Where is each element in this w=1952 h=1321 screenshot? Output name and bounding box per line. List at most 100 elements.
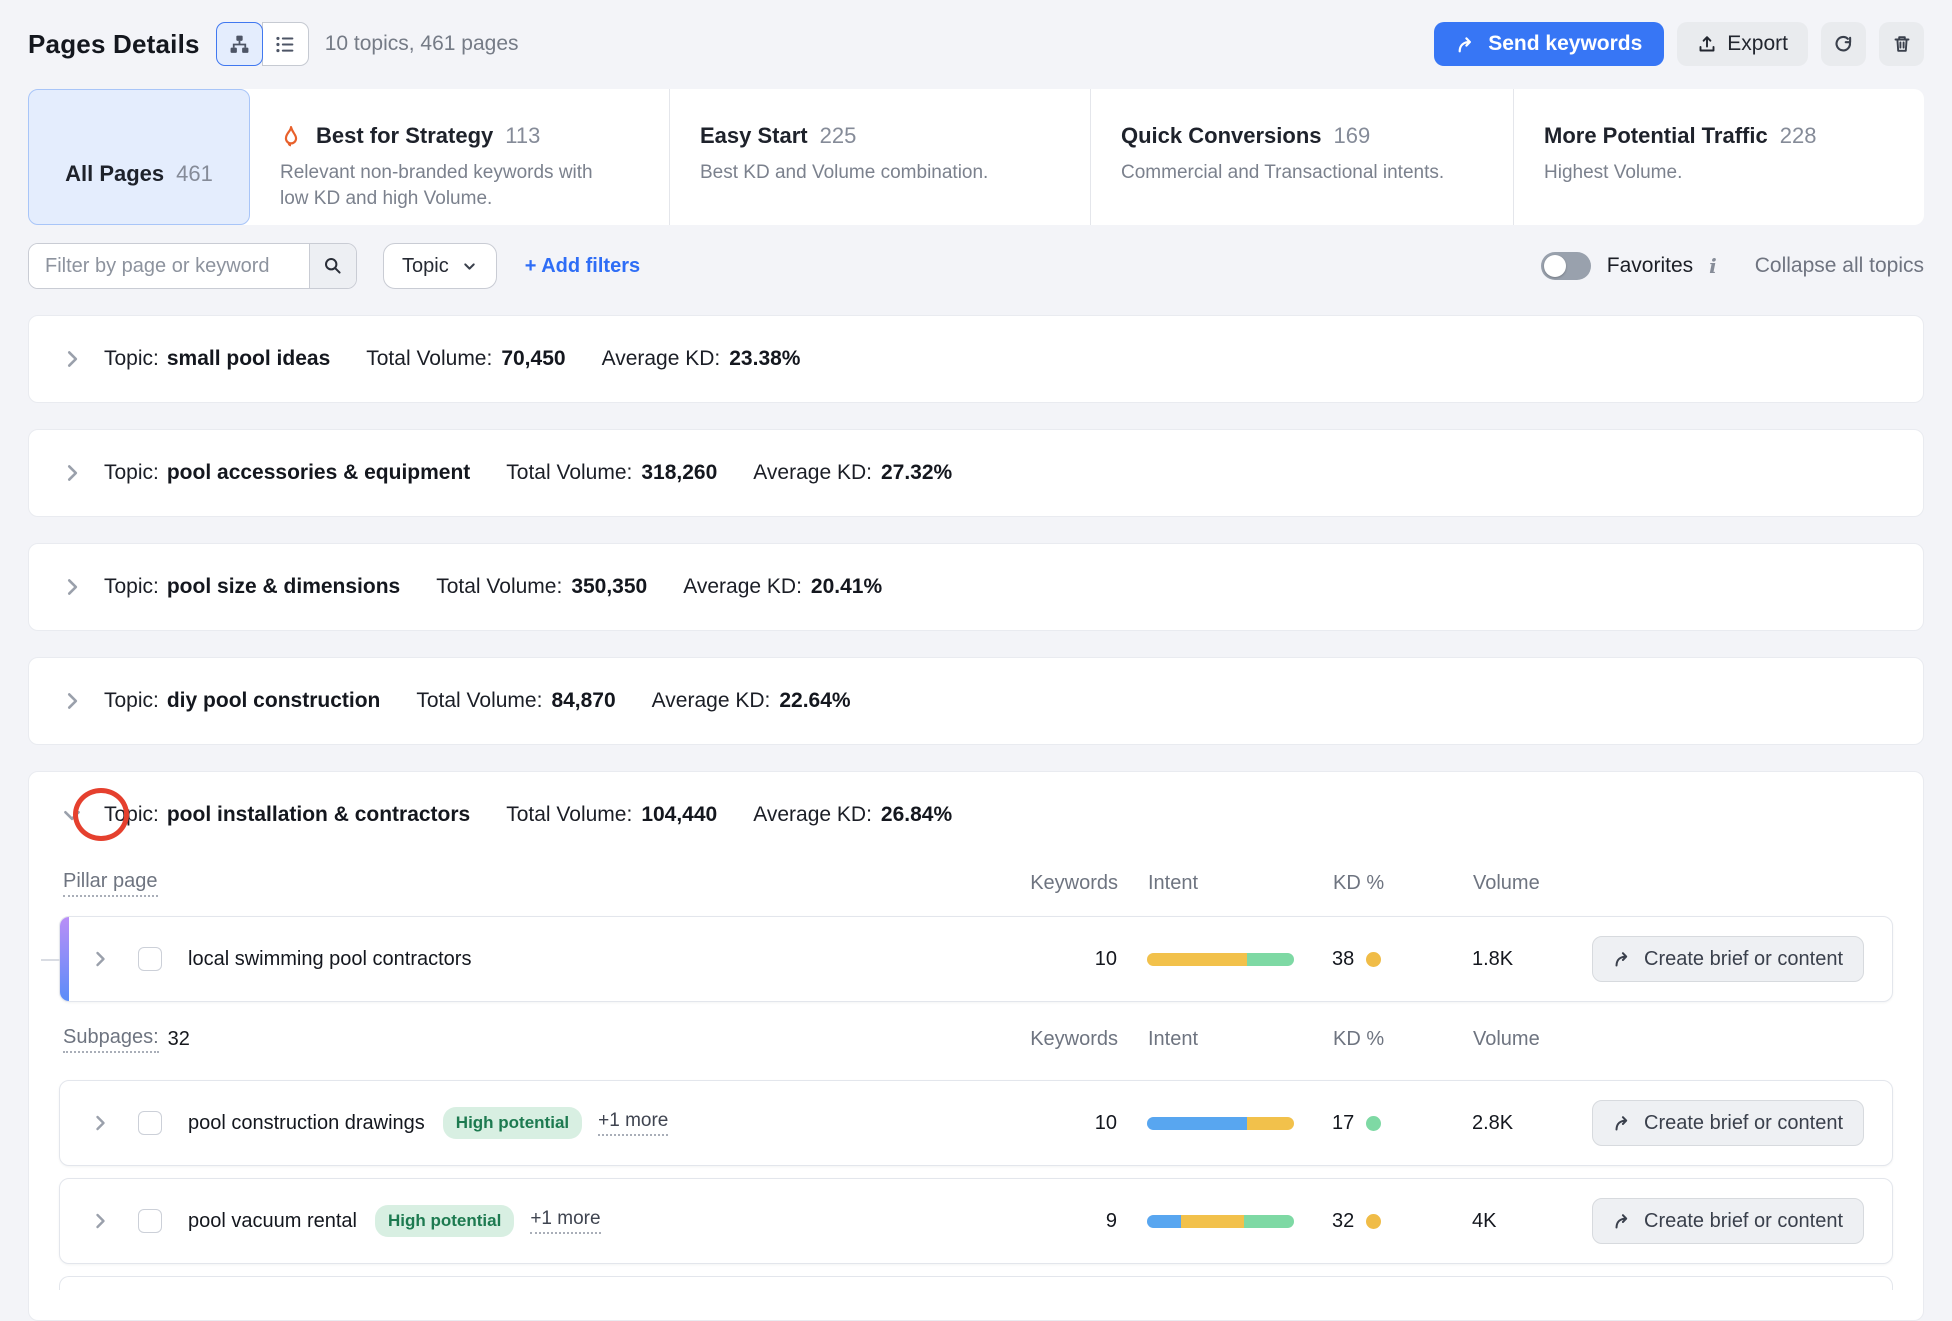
add-filters-button[interactable]: + Add filters xyxy=(525,255,640,278)
search-input[interactable] xyxy=(29,244,309,288)
topic-name: pool accessories & equipment xyxy=(167,461,470,485)
topic-label: Topic: xyxy=(104,803,159,827)
favorites-toggle[interactable] xyxy=(1541,252,1591,280)
send-arrow-icon xyxy=(1456,34,1477,55)
topic-filter-dropdown[interactable]: Topic xyxy=(383,243,497,289)
row-checkbox[interactable] xyxy=(138,947,162,971)
tab-label: Easy Start xyxy=(700,123,808,149)
send-arrow-icon xyxy=(1613,949,1633,969)
tab-more-potential-traffic[interactable]: More Potential Traffic 228 Highest Volum… xyxy=(1514,89,1924,225)
topic-name: diy pool construction xyxy=(167,689,381,713)
delete-button[interactable] xyxy=(1879,22,1924,66)
chevron-right-icon[interactable] xyxy=(61,690,83,712)
tab-description: Highest Volume. xyxy=(1544,160,1879,186)
keywords-count: 9 xyxy=(1027,1210,1117,1233)
send-arrow-icon xyxy=(1613,1211,1633,1231)
more-badges-link[interactable]: +1 more xyxy=(598,1110,668,1136)
search-icon xyxy=(323,256,343,276)
toggle-knob xyxy=(1544,255,1566,277)
search-button[interactable] xyxy=(309,244,356,288)
topic-name: small pool ideas xyxy=(167,347,330,371)
create-brief-label: Create brief or content xyxy=(1644,1112,1843,1135)
topic-row[interactable]: Topic: pool accessories & equipment Tota… xyxy=(28,429,1924,517)
chevron-right-icon[interactable] xyxy=(61,348,83,370)
table-row[interactable] xyxy=(59,1276,1893,1290)
total-volume-label: Total Volume: xyxy=(506,461,632,485)
average-kd-value: 22.64% xyxy=(779,689,850,713)
send-keywords-button[interactable]: Send keywords xyxy=(1434,22,1664,66)
total-volume-label: Total Volume: xyxy=(506,803,632,827)
tab-quick-conversions[interactable]: Quick Conversions 169 Commercial and Tra… xyxy=(1091,89,1514,225)
page-name: pool construction drawings xyxy=(188,1112,425,1135)
chevron-right-icon[interactable] xyxy=(90,949,110,969)
table-row[interactable]: pool vacuum rental High potential +1 mor… xyxy=(59,1178,1893,1264)
refresh-button[interactable] xyxy=(1821,22,1866,66)
tab-description: Best KD and Volume combination. xyxy=(700,160,1035,186)
total-volume-label: Total Volume: xyxy=(416,689,542,713)
topics-pages-summary: 10 topics, 461 pages xyxy=(325,32,519,56)
trash-icon xyxy=(1892,34,1912,54)
tree-view-button[interactable] xyxy=(216,22,263,66)
topic-row-expanded: Topic: pool installation & contractors T… xyxy=(28,771,1924,1321)
intent-bar xyxy=(1147,953,1294,966)
kd-value: 38 xyxy=(1332,948,1354,971)
topic-header[interactable]: Topic: pool installation & contractors T… xyxy=(29,772,1923,858)
table-row[interactable]: pool construction drawings High potentia… xyxy=(59,1080,1893,1166)
topic-row[interactable]: Topic: small pool ideas Total Volume: 70… xyxy=(28,315,1924,403)
subpages-label[interactable]: Subpages: xyxy=(63,1026,159,1053)
column-keywords: Keywords xyxy=(1028,872,1118,895)
pages-details-panel: Pages Details xyxy=(0,0,1952,1286)
average-kd-value: 26.84% xyxy=(881,803,952,827)
high-potential-badge: High potential xyxy=(375,1205,514,1237)
topic-row[interactable]: Topic: pool size & dimensions Total Volu… xyxy=(28,543,1924,631)
collapse-all-topics-button[interactable]: Collapse all topics xyxy=(1755,254,1924,278)
tab-easy-start[interactable]: Easy Start 225 Best KD and Volume combin… xyxy=(670,89,1091,225)
create-brief-button[interactable]: Create brief or content xyxy=(1592,1198,1864,1244)
topic-label: Topic: xyxy=(104,575,159,599)
chevron-right-icon[interactable] xyxy=(90,1113,110,1133)
top-bar-actions: Send keywords Export xyxy=(1434,22,1924,66)
chevron-down-icon[interactable] xyxy=(61,804,83,826)
list-view-button[interactable] xyxy=(262,22,309,66)
strategy-tabs: All Pages 461 Best for Strategy 113 Rele… xyxy=(28,89,1924,225)
create-brief-label: Create brief or content xyxy=(1644,948,1843,971)
tab-description: Relevant non-branded keywords with low K… xyxy=(280,160,615,211)
tab-label: More Potential Traffic xyxy=(1544,123,1768,149)
row-checkbox[interactable] xyxy=(138,1111,162,1135)
total-volume-value: 104,440 xyxy=(641,803,717,827)
topic-label: Topic: xyxy=(104,689,159,713)
column-kd: KD % xyxy=(1333,872,1443,895)
topic-row[interactable]: Topic: diy pool construction Total Volum… xyxy=(28,657,1924,745)
more-badges-link[interactable]: +1 more xyxy=(530,1208,600,1234)
favorites-label: Favorites xyxy=(1607,254,1693,278)
tab-label: All Pages xyxy=(65,161,164,187)
chevron-right-icon[interactable] xyxy=(61,576,83,598)
topic-label: Topic: xyxy=(104,461,159,485)
create-brief-label: Create brief or content xyxy=(1644,1210,1843,1233)
page-name: local swimming pool contractors xyxy=(188,948,471,971)
tab-count: 113 xyxy=(505,123,540,149)
tab-all-pages[interactable]: All Pages 461 xyxy=(28,89,250,225)
sitemap-icon xyxy=(229,34,250,55)
total-volume-value: 350,350 xyxy=(571,575,647,599)
info-icon[interactable]: i xyxy=(1709,254,1717,278)
export-button[interactable]: Export xyxy=(1677,22,1808,66)
create-brief-button[interactable]: Create brief or content xyxy=(1592,1100,1864,1146)
chevron-right-icon[interactable] xyxy=(61,462,83,484)
create-brief-button[interactable]: Create brief or content xyxy=(1592,936,1864,982)
average-kd-label: Average KD: xyxy=(753,803,872,827)
page-title: Pages Details xyxy=(28,29,200,60)
column-intent: Intent xyxy=(1148,872,1303,895)
pillar-page-label[interactable]: Pillar page xyxy=(63,870,158,897)
high-potential-badge: High potential xyxy=(443,1107,582,1139)
chevron-right-icon[interactable] xyxy=(90,1211,110,1231)
average-kd-label: Average KD: xyxy=(753,461,872,485)
tab-count: 225 xyxy=(820,123,857,149)
filter-bar-right: Favorites i Collapse all topics xyxy=(1541,252,1924,280)
tab-best-for-strategy[interactable]: Best for Strategy 113 Relevant non-brand… xyxy=(250,89,670,225)
average-kd-label: Average KD: xyxy=(652,689,771,713)
intent-bar xyxy=(1147,1215,1294,1228)
table-row-pillar[interactable]: local swimming pool contractors 10 38 1.… xyxy=(59,916,1893,1002)
total-volume-label: Total Volume: xyxy=(436,575,562,599)
row-checkbox[interactable] xyxy=(138,1209,162,1233)
